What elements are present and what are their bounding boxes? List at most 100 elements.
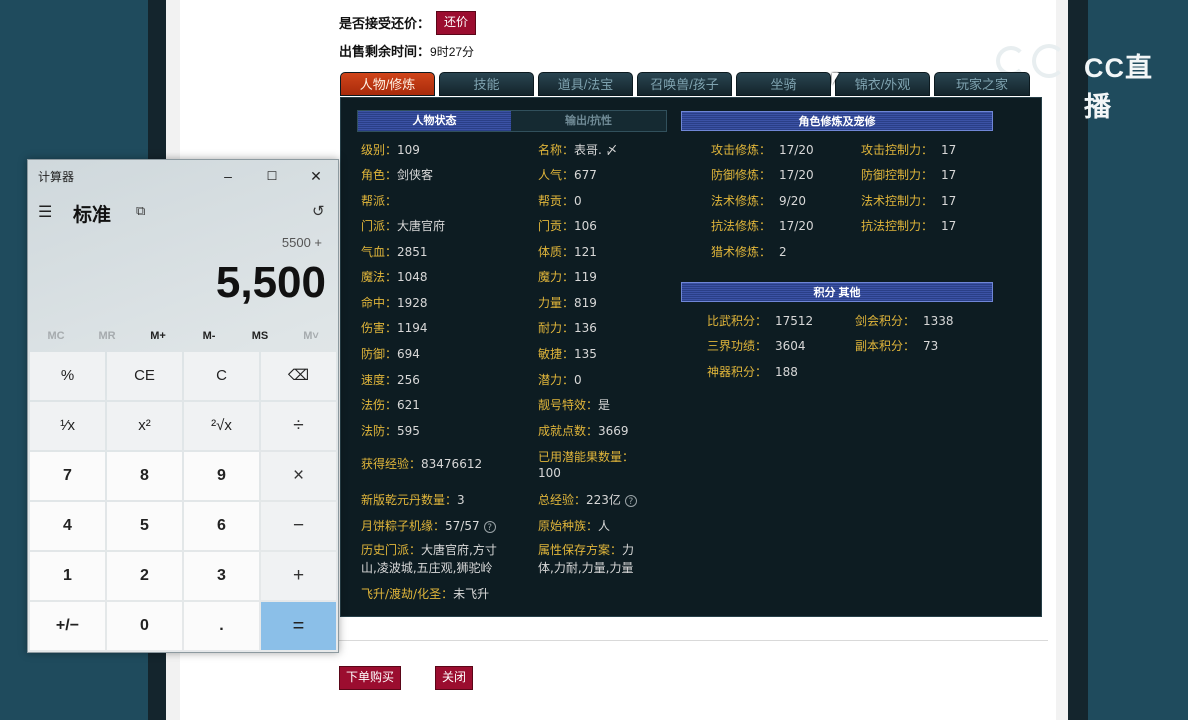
memory-button[interactable]: M+: [132, 330, 184, 342]
digit-7-button[interactable]: 7: [30, 452, 105, 500]
stat-left: 获得经验：83476612: [361, 457, 483, 471]
category-tabs: 人物/修炼 技能 道具/法宝 召唤兽/孩子 坐骑 锦衣/外观 玩家之家: [340, 72, 1040, 97]
control-row: 抗法控制力： 17: [861, 219, 957, 233]
stat-left: 角色：剑侠客: [361, 168, 434, 182]
tab-skills[interactable]: 技能: [439, 72, 534, 96]
close-button[interactable]: 关闭: [435, 666, 473, 690]
stat-right: 帮贡：0: [538, 194, 582, 208]
status-subtabs: 人物状态 输出/抗性: [357, 110, 667, 132]
control-row: 攻击控制力： 17: [861, 143, 957, 157]
calculator-expression: 5500 +: [281, 235, 322, 250]
stat-right: 原始种族：人: [538, 519, 611, 533]
history-icon[interactable]: ↺: [312, 202, 325, 220]
stat-right: 潜力：0: [538, 373, 582, 387]
subtab-output[interactable]: 输出/抗性: [512, 111, 665, 131]
points-header: 积分 其他: [681, 282, 993, 302]
clear-button[interactable]: C: [184, 352, 259, 400]
time-left-value: 9时27分: [430, 45, 475, 59]
divide-button[interactable]: ÷: [261, 402, 336, 450]
points-row: 副本积分： 73: [855, 339, 939, 353]
clear-entry-button[interactable]: CE: [107, 352, 182, 400]
hamburger-menu-icon[interactable]: ☰: [38, 202, 52, 222]
digit-1-button[interactable]: 1: [30, 552, 105, 600]
maximize-icon[interactable]: ☐: [250, 162, 294, 190]
calculator-window: 计算器 – ☐ ✕ ☰ 标准 ⧉ ↺ 5500 + 5,500 MC MR M+ M-…: [27, 159, 339, 653]
memory-button[interactable]: MC: [30, 330, 82, 342]
negate-button[interactable]: +/−: [30, 602, 105, 650]
digit-4-button[interactable]: 4: [30, 502, 105, 550]
memory-button[interactable]: MR: [81, 330, 133, 342]
minimize-icon[interactable]: –: [206, 162, 250, 190]
cultivation-row: 抗法修炼： 17/20: [711, 219, 814, 233]
digit-9-button[interactable]: 9: [184, 452, 259, 500]
time-left-label: 出售剩余时间：9时27分: [339, 44, 475, 59]
decimal-button[interactable]: .: [184, 602, 259, 650]
stat-right: 名称：表哥. 〆: [538, 143, 618, 157]
stat-left: 门派：大唐官府: [361, 219, 446, 233]
keep-on-top-icon[interactable]: ⧉: [136, 203, 145, 219]
multiply-button[interactable]: ×: [261, 452, 336, 500]
points-row: 剑会积分： 1338: [855, 314, 954, 328]
stat-right: 体质：121: [538, 245, 597, 259]
stat-left: 级别：109: [361, 143, 420, 157]
stat-right: 耐力：136: [538, 321, 597, 335]
stat-left: 月饼粽子机缘：57/57?: [361, 518, 496, 534]
reciprocal-button[interactable]: ¹⁄x: [30, 402, 105, 450]
history-school-cont: 山,凌波城,五庄观,狮驼岭: [361, 561, 493, 575]
stat-right: 人气：677: [538, 168, 597, 182]
tab-pets[interactable]: 召唤兽/孩子: [637, 72, 732, 96]
cultivation-row: 防御修炼： 17/20: [711, 168, 814, 182]
tab-player-home[interactable]: 玩家之家: [934, 72, 1030, 96]
stat-right: 力量：819: [538, 296, 597, 310]
stat-right: 门贡：106: [538, 219, 597, 233]
cultivation-row: 攻击修炼： 17/20: [711, 143, 814, 157]
close-icon[interactable]: ✕: [294, 162, 338, 190]
mouse-cursor-icon: [832, 73, 839, 85]
calculator-title: 计算器: [38, 170, 75, 184]
history-school: 历史门派：大唐官府,方寸: [361, 543, 497, 557]
backspace-button[interactable]: ⌫: [261, 352, 336, 400]
counter-offer-button[interactable]: 还价: [436, 11, 476, 35]
equals-button[interactable]: =: [261, 602, 336, 650]
memory-button[interactable]: MS: [234, 330, 286, 342]
stat-left: 速度：256: [361, 373, 420, 387]
points-row: 三界功绩： 3604: [707, 339, 806, 353]
stat-right: 总经验：223亿?: [538, 492, 637, 508]
points-row: 神器积分： 188: [707, 365, 798, 379]
stat-right: 靓号特效：是: [538, 398, 611, 412]
add-button[interactable]: +: [261, 552, 336, 600]
sqrt-button[interactable]: ²√x: [184, 402, 259, 450]
memory-button[interactable]: M˅: [285, 330, 337, 342]
stat-right: 已用潜能果数量： 100: [538, 450, 635, 480]
help-icon[interactable]: ?: [624, 494, 637, 507]
digit-8-button[interactable]: 8: [107, 452, 182, 500]
stat-left: 帮派：: [361, 194, 398, 208]
digit-5-button[interactable]: 5: [107, 502, 182, 550]
cultivation-row: 法术修炼： 9/20: [711, 194, 806, 208]
stat-left: 命中：1928: [361, 296, 428, 310]
help-icon[interactable]: ?: [483, 520, 496, 533]
control-row: 防御控制力： 17: [861, 168, 957, 182]
attr-plan-cont: 体,力耐,力量,力量: [538, 561, 634, 575]
digit-2-button[interactable]: 2: [107, 552, 182, 600]
tab-character[interactable]: 人物/修炼: [340, 72, 435, 96]
tab-items[interactable]: 道具/法宝: [538, 72, 633, 96]
control-row: 法术控制力： 17: [861, 194, 957, 208]
character-panel: 人物状态 输出/抗性 角色修炼及宠修 积分 其他 级别：109 角色：剑侠客 帮派：…: [340, 97, 1042, 617]
tab-mounts[interactable]: 坐骑: [736, 72, 831, 96]
memory-button[interactable]: M-: [183, 330, 235, 342]
digit-6-button[interactable]: 6: [184, 502, 259, 550]
calculator-mode: 标准: [73, 205, 112, 226]
percent-button[interactable]: %: [30, 352, 105, 400]
cultivation-header: 角色修炼及宠修: [681, 111, 993, 131]
subtab-status[interactable]: 人物状态: [358, 111, 511, 131]
tab-outfits[interactable]: 锦衣/外观: [835, 72, 930, 96]
digit-0-button[interactable]: 0: [107, 602, 182, 650]
square-button[interactable]: x²: [107, 402, 182, 450]
digit-3-button[interactable]: 3: [184, 552, 259, 600]
stat-left: 伤害：1194: [361, 321, 428, 335]
attr-plan: 属性保存方案：力: [538, 543, 635, 557]
subtract-button[interactable]: −: [261, 502, 336, 550]
stat-left: 魔法：1048: [361, 270, 428, 284]
buy-button[interactable]: 下单购买: [339, 666, 401, 690]
